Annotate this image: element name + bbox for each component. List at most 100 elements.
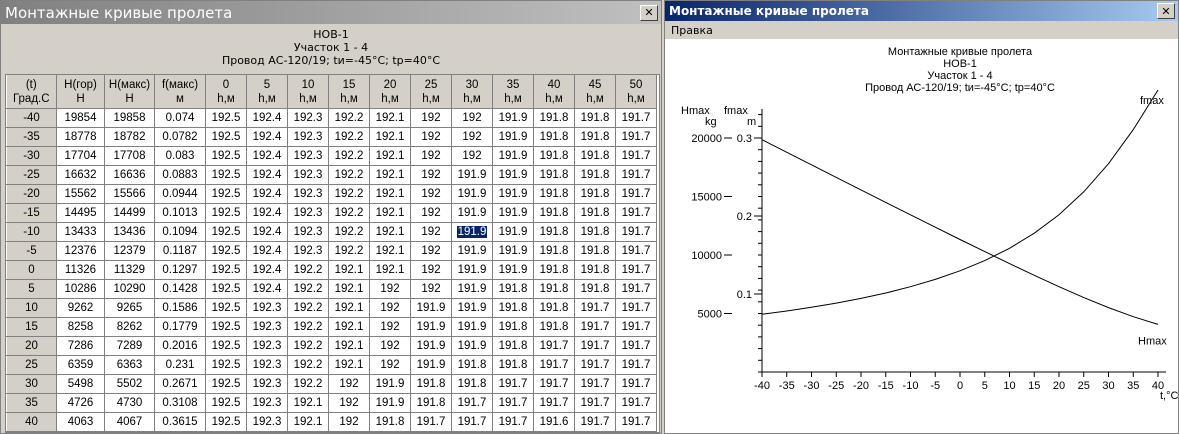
table-cell[interactable]: 192 [410,127,452,147]
table-cell[interactable]: 191.7 [574,393,616,413]
table-cell[interactable]: 191.8 [574,165,616,185]
column-header[interactable]: 25 h,м [410,75,452,109]
table-cell[interactable]: 0.3108 [154,393,206,413]
table-cell[interactable]: 12379 [104,241,155,261]
table-cell[interactable]: 191.7 [615,165,657,185]
table-cell[interactable]: 18778 [56,127,105,147]
table-cell[interactable]: 192 [369,355,411,375]
table-cell[interactable]: 191.6 [533,412,575,432]
table-cell[interactable]: 191.9 [451,317,493,337]
table-cell[interactable]: 192.1 [369,127,411,147]
table-cell[interactable]: 7289 [104,336,155,356]
table-cell[interactable]: 191.7 [574,336,616,356]
table-cell[interactable]: 192.2 [287,279,329,299]
table-cell[interactable]: 192 [410,260,452,280]
column-header[interactable]: 45 h,м [574,75,616,109]
table-cell[interactable]: 191.9 [369,374,411,394]
table-cell[interactable]: 192.3 [246,317,288,337]
table-cell[interactable]: 191.9 [451,241,493,261]
table-cell[interactable]: 0.1779 [154,317,206,337]
table-cell[interactable]: 192.3 [246,355,288,375]
table-cell[interactable]: 11329 [104,260,155,280]
table-cell[interactable]: 13436 [104,222,155,242]
table-cell[interactable]: 192.2 [328,222,370,242]
table-cell[interactable]: 191.8 [533,184,575,204]
table-cell[interactable]: 191.9 [369,393,411,413]
table-cell[interactable]: 192 [369,298,411,318]
table-cell[interactable]: 192.1 [369,241,411,261]
column-header[interactable]: f(макс) м [154,75,206,109]
table-cell[interactable]: 11326 [56,260,105,280]
table-cell[interactable]: 191.8 [533,203,575,223]
table-cell[interactable]: 192.2 [287,374,329,394]
table-cell[interactable]: 191.8 [533,317,575,337]
table-cell[interactable]: 191.8 [533,108,575,128]
table-cell[interactable]: 192.1 [328,260,370,280]
table-cell[interactable]: 192 [451,108,493,128]
table-cell[interactable]: 191.8 [533,279,575,299]
table-cell[interactable]: 0.231 [154,355,206,375]
table-cell[interactable]: 0.0782 [154,127,206,147]
table-cell[interactable]: 192 [410,108,452,128]
table-cell[interactable]: 191.7 [615,412,657,432]
table-cell[interactable]: 191.8 [574,184,616,204]
table-cell[interactable]: 192.3 [287,108,329,128]
row-header-cell[interactable]: 10 [6,298,57,318]
table-cell[interactable]: 191.8 [369,412,411,432]
table-cell[interactable]: 192.1 [287,393,329,413]
table-cell[interactable]: 191.9 [451,279,493,299]
column-header[interactable]: 40 h,м [533,75,575,109]
table-cell[interactable]: 6363 [104,355,155,375]
table-cell[interactable]: 192.5 [205,279,247,299]
table-cell[interactable]: 192.1 [328,355,370,375]
table-cell[interactable]: 191.9 [410,298,452,318]
table-cell[interactable]: 191.7 [615,127,657,147]
table-cell[interactable]: 191.7 [615,146,657,166]
table-cell[interactable]: 191.9 [451,260,493,280]
table-cell[interactable]: 191.7 [615,241,657,261]
table-cell[interactable]: 192.3 [287,146,329,166]
table-cell[interactable]: 192 [369,279,411,299]
table-cell[interactable]: 192.5 [205,355,247,375]
table-cell[interactable]: 192.4 [246,279,288,299]
table-cell[interactable]: 15562 [56,184,105,204]
table-cell[interactable]: 191.8 [574,222,616,242]
table-cell[interactable]: 192.4 [246,203,288,223]
table-cell[interactable]: 191.8 [451,374,493,394]
row-header-cell[interactable]: -30 [6,146,57,166]
chart-window-titlebar[interactable]: Монтажные кривые пролета ✕ [665,1,1178,21]
table-cell[interactable]: 17708 [104,146,155,166]
column-header[interactable]: 30 h,м [451,75,493,109]
table-cell[interactable]: 191.8 [533,222,575,242]
table-cell[interactable]: 192.5 [205,374,247,394]
table-cell[interactable]: 192.5 [205,412,247,432]
table-cell[interactable]: 191.7 [615,260,657,280]
table-cell[interactable]: 192.1 [369,260,411,280]
table-cell[interactable]: 191.9 [451,184,493,204]
table-cell[interactable]: 192.5 [205,184,247,204]
table-cell[interactable]: 192.3 [246,298,288,318]
table-cell[interactable]: 19854 [56,108,105,128]
table-cell[interactable]: 14495 [56,203,105,223]
table-cell[interactable]: 7286 [56,336,105,356]
table-cell[interactable]: 191.8 [410,393,452,413]
table-cell[interactable]: 0.2016 [154,336,206,356]
table-cell[interactable]: 10290 [104,279,155,299]
row-header-cell[interactable]: -15 [6,203,57,223]
table-cell[interactable]: 191.9 [451,203,493,223]
table-cell[interactable]: 192.1 [369,203,411,223]
table-cell[interactable]: 192.1 [369,108,411,128]
table-cell[interactable]: 191.8 [492,298,534,318]
table-cell[interactable]: 9262 [56,298,105,318]
table-cell[interactable]: 192 [410,165,452,185]
table-cell[interactable]: 192.1 [369,184,411,204]
column-header[interactable]: 5 h,м [246,75,288,109]
table-cell[interactable]: 192.5 [205,108,247,128]
table-cell[interactable]: 192.3 [246,412,288,432]
table-cell[interactable]: 192.5 [205,260,247,280]
table-cell[interactable]: 192.2 [287,260,329,280]
table-cell[interactable]: 191.8 [574,203,616,223]
table-cell[interactable]: 0.1013 [154,203,206,223]
table-cell[interactable]: 192.4 [246,260,288,280]
table-cell[interactable]: 192.2 [328,203,370,223]
